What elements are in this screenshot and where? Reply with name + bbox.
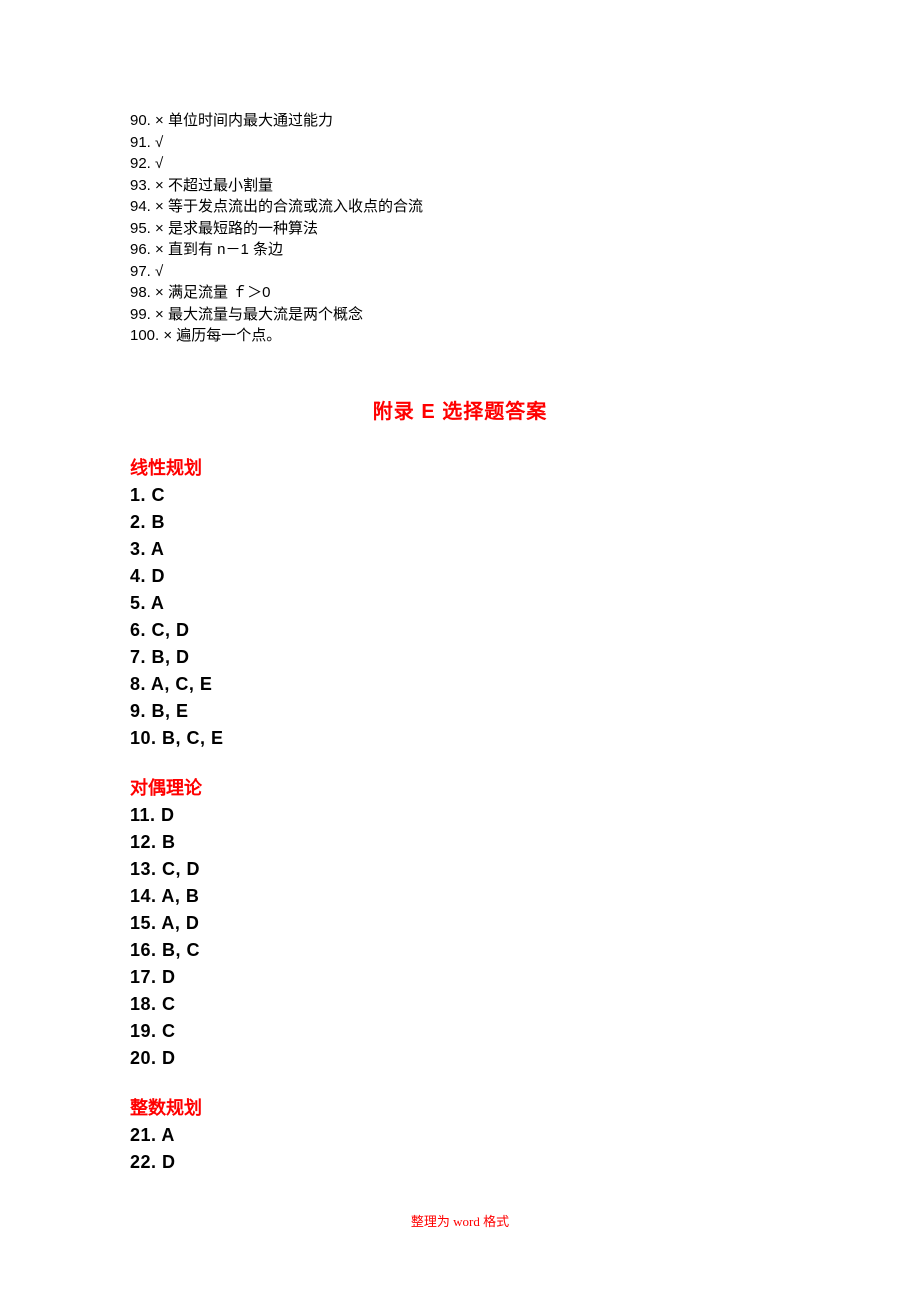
page-footer: 整理为 word 格式 bbox=[0, 1211, 920, 1230]
tf-answer-line: 91. √ bbox=[130, 132, 790, 154]
tf-answer-line: 98. × 满足流量 ｆ＞0 bbox=[130, 282, 790, 304]
tf-answer-line: 96. × 直到有 n－1 条边 bbox=[130, 239, 790, 261]
sections-container: 线性规划1. C2. B3. A4. D5. A6. C, D7. B, D8.… bbox=[130, 454, 790, 1176]
section-heading: 线性规划 bbox=[130, 454, 790, 482]
tf-answer-line: 99. × 最大流量与最大流是两个概念 bbox=[130, 304, 790, 326]
answer-line: 3. A bbox=[130, 536, 790, 563]
answer-line: 14. A, B bbox=[130, 883, 790, 910]
answer-line: 6. C, D bbox=[130, 617, 790, 644]
answer-line: 13. C, D bbox=[130, 856, 790, 883]
answer-line: 10. B, C, E bbox=[130, 725, 790, 752]
answer-line: 7. B, D bbox=[130, 644, 790, 671]
tf-answer-line: 95. × 是求最短路的一种算法 bbox=[130, 218, 790, 240]
tf-answer-line: 93. × 不超过最小割量 bbox=[130, 175, 790, 197]
answer-line: 22. D bbox=[130, 1149, 790, 1176]
tf-answer-line: 100. × 遍历每一个点。 bbox=[130, 325, 790, 347]
answer-section: 线性规划1. C2. B3. A4. D5. A6. C, D7. B, D8.… bbox=[130, 454, 790, 752]
answer-line: 9. B, E bbox=[130, 698, 790, 725]
answer-line: 17. D bbox=[130, 964, 790, 991]
answer-line: 1. C bbox=[130, 482, 790, 509]
tf-answer-line: 94. × 等于发点流出的合流或流入收点的合流 bbox=[130, 196, 790, 218]
answer-line: 11. D bbox=[130, 802, 790, 829]
answer-line: 2. B bbox=[130, 509, 790, 536]
section-heading: 对偶理论 bbox=[130, 774, 790, 802]
answer-line: 5. A bbox=[130, 590, 790, 617]
answer-line: 15. A, D bbox=[130, 910, 790, 937]
answer-section: 整数规划21. A22. D bbox=[130, 1094, 790, 1176]
tf-answer-line: 92. √ bbox=[130, 153, 790, 175]
answer-line: 4. D bbox=[130, 563, 790, 590]
section-heading: 整数规划 bbox=[130, 1094, 790, 1122]
appendix-title: 附录 E 选择题答案 bbox=[130, 395, 790, 424]
answer-line: 16. B, C bbox=[130, 937, 790, 964]
answer-line: 8. A, C, E bbox=[130, 671, 790, 698]
tf-answer-line: 97. √ bbox=[130, 261, 790, 283]
answer-line: 21. A bbox=[130, 1122, 790, 1149]
answer-line: 19. C bbox=[130, 1018, 790, 1045]
answer-line: 20. D bbox=[130, 1045, 790, 1072]
answer-section: 对偶理论11. D12. B13. C, D14. A, B15. A, D16… bbox=[130, 774, 790, 1072]
answer-line: 18. C bbox=[130, 991, 790, 1018]
answer-line: 12. B bbox=[130, 829, 790, 856]
document-page: 90. × 单位时间内最大通过能力91. √92. √93. × 不超过最小割量… bbox=[0, 0, 920, 1176]
tf-answer-line: 90. × 单位时间内最大通过能力 bbox=[130, 110, 790, 132]
tf-answer-block: 90. × 单位时间内最大通过能力91. √92. √93. × 不超过最小割量… bbox=[130, 110, 790, 347]
